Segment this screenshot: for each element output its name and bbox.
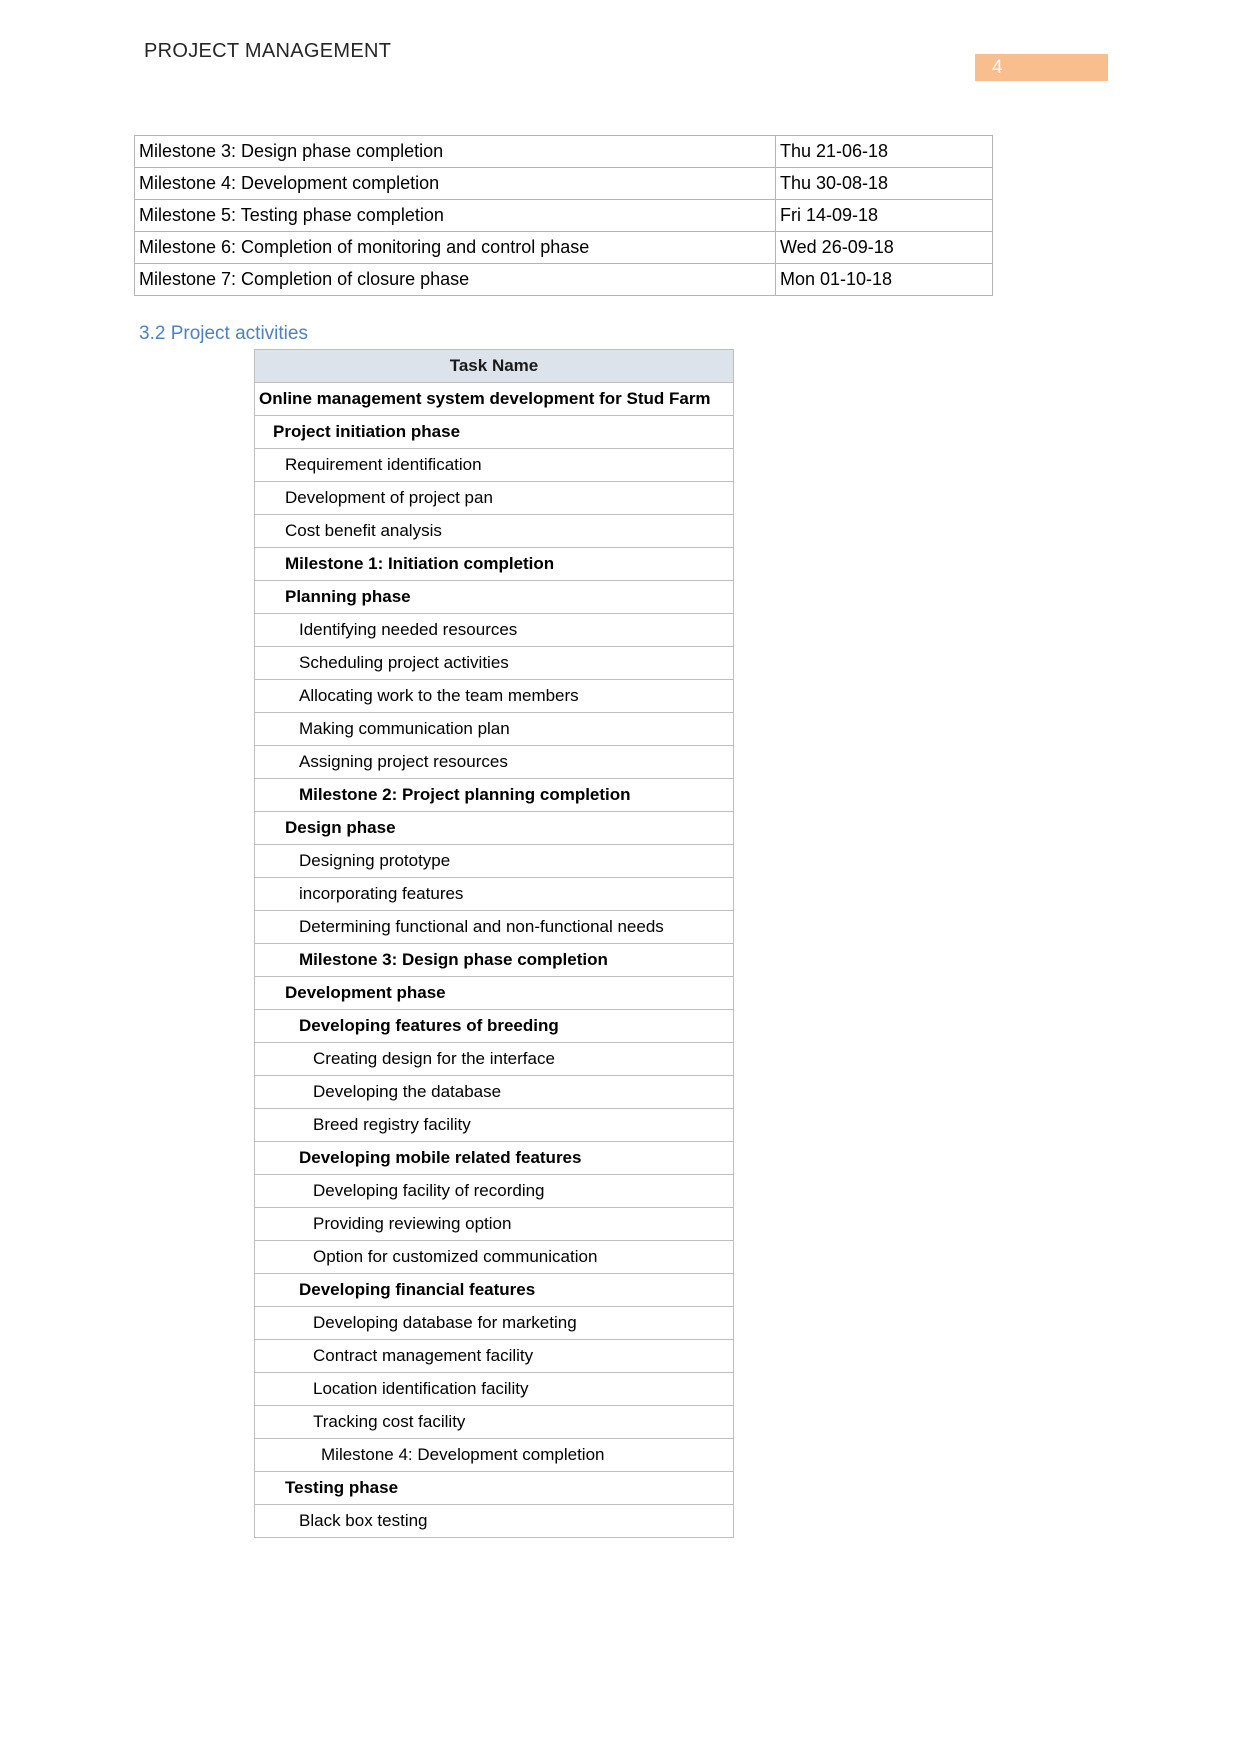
task-name-cell: Milestone 4: Development completion bbox=[254, 1438, 734, 1472]
table-row: Online management system development for… bbox=[254, 382, 734, 416]
task-name-cell: Scheduling project activities bbox=[254, 646, 734, 680]
task-name-cell: Developing mobile related features bbox=[254, 1141, 734, 1175]
table-row: Milestone 4: Development completion bbox=[254, 1438, 734, 1472]
task-name-cell: Developing database for marketing bbox=[254, 1306, 734, 1340]
task-name-cell: Design phase bbox=[254, 811, 734, 845]
task-name-cell: Development of project pan bbox=[254, 481, 734, 515]
table-row: Developing facility of recording bbox=[254, 1174, 734, 1208]
task-table-header-row: Task Name bbox=[254, 349, 734, 383]
table-row: Project initiation phase bbox=[254, 415, 734, 449]
task-name-cell: Developing the database bbox=[254, 1075, 734, 1109]
task-name-cell: Requirement identification bbox=[254, 448, 734, 482]
task-name-cell: Project initiation phase bbox=[254, 415, 734, 449]
task-name-cell: Location identification facility bbox=[254, 1372, 734, 1406]
task-name-cell: Developing facility of recording bbox=[254, 1174, 734, 1208]
table-row: Developing the database bbox=[254, 1075, 734, 1109]
table-row: Designing prototype bbox=[254, 844, 734, 878]
task-name-cell: Designing prototype bbox=[254, 844, 734, 878]
table-row: Black box testing bbox=[254, 1504, 734, 1538]
task-name-cell: Allocating work to the team members bbox=[254, 679, 734, 713]
task-name-cell: Contract management facility bbox=[254, 1339, 734, 1373]
milestone-date-cell: Fri 14-09-18 bbox=[775, 199, 993, 232]
task-name-cell: Development phase bbox=[254, 976, 734, 1010]
task-name-cell: Online management system development for… bbox=[254, 382, 734, 416]
task-name-cell: Milestone 3: Design phase completion bbox=[254, 943, 734, 977]
table-row: Providing reviewing option bbox=[254, 1207, 734, 1241]
table-row: Making communication plan bbox=[254, 712, 734, 746]
task-table-head: Task Name bbox=[254, 349, 734, 383]
table-row: Milestone 7: Completion of closure phase… bbox=[134, 263, 993, 296]
section-heading-project-activities: 3.2 Project activities bbox=[139, 323, 308, 344]
task-name-cell: Testing phase bbox=[254, 1471, 734, 1505]
table-row: Milestone 3: Design phase completion Thu … bbox=[134, 135, 993, 168]
table-row: Milestone 6: Completion of monitoring an… bbox=[134, 231, 993, 264]
table-row: Milestone 4: Development completion Thu 3… bbox=[134, 167, 993, 200]
milestone-date-cell: Wed 26-09-18 bbox=[775, 231, 993, 264]
table-row: incorporating features bbox=[254, 877, 734, 911]
table-row: Allocating work to the team members bbox=[254, 679, 734, 713]
task-name-cell: Creating design for the interface bbox=[254, 1042, 734, 1076]
table-row: Location identification facility bbox=[254, 1372, 734, 1406]
table-row: Milestone 1: Initiation completion bbox=[254, 547, 734, 581]
milestone-table: Milestone 3: Design phase completion Thu … bbox=[134, 135, 993, 296]
task-name-cell: Milestone 2: Project planning completion bbox=[254, 778, 734, 812]
table-row: Milestone 5: Testing phase completion Fri… bbox=[134, 199, 993, 232]
table-row: Cost benefit analysis bbox=[254, 514, 734, 548]
milestone-name-cell: Milestone 5: Testing phase completion bbox=[134, 199, 776, 232]
table-row: Development of project pan bbox=[254, 481, 734, 515]
table-row: Breed registry facility bbox=[254, 1108, 734, 1142]
task-name-column-header: Task Name bbox=[254, 349, 734, 383]
table-row: Tracking cost facility bbox=[254, 1405, 734, 1439]
table-row: Developing features of breeding bbox=[254, 1009, 734, 1043]
table-row: Development phase bbox=[254, 976, 734, 1010]
task-name-cell: Making communication plan bbox=[254, 712, 734, 746]
table-row: Milestone 2: Project planning completion bbox=[254, 778, 734, 812]
table-row: Developing mobile related features bbox=[254, 1141, 734, 1175]
page-header: PROJECT MANAGEMENT 4 bbox=[0, 40, 1241, 86]
table-row: Developing financial features bbox=[254, 1273, 734, 1307]
milestone-name-cell: Milestone 3: Design phase completion bbox=[134, 135, 776, 168]
task-name-cell: Breed registry facility bbox=[254, 1108, 734, 1142]
task-name-cell: Assigning project resources bbox=[254, 745, 734, 779]
table-row: Developing database for marketing bbox=[254, 1306, 734, 1340]
task-name-cell: Milestone 1: Initiation completion bbox=[254, 547, 734, 581]
table-row: Scheduling project activities bbox=[254, 646, 734, 680]
table-row: Design phase bbox=[254, 811, 734, 845]
milestone-name-cell: Milestone 7: Completion of closure phase bbox=[134, 263, 776, 296]
task-name-cell: Cost benefit analysis bbox=[254, 514, 734, 548]
task-name-cell: Developing financial features bbox=[254, 1273, 734, 1307]
task-name-cell: Developing features of breeding bbox=[254, 1009, 734, 1043]
task-name-cell: Identifying needed resources bbox=[254, 613, 734, 647]
table-row: Option for customized communication bbox=[254, 1240, 734, 1274]
task-name-table: Task Name Online management system devel… bbox=[254, 349, 734, 1538]
milestone-date-cell: Mon 01-10-18 bbox=[775, 263, 993, 296]
table-row: Determining functional and non-functiona… bbox=[254, 910, 734, 944]
task-name-cell: Determining functional and non-functiona… bbox=[254, 910, 734, 944]
page-number-badge: 4 bbox=[975, 54, 1108, 81]
milestone-name-cell: Milestone 4: Development completion bbox=[134, 167, 776, 200]
table-row: Requirement identification bbox=[254, 448, 734, 482]
table-row: Contract management facility bbox=[254, 1339, 734, 1373]
task-name-cell: Black box testing bbox=[254, 1504, 734, 1538]
table-row: Testing phase bbox=[254, 1471, 734, 1505]
table-row: Identifying needed resources bbox=[254, 613, 734, 647]
task-name-cell: Providing reviewing option bbox=[254, 1207, 734, 1241]
page-number: 4 bbox=[992, 57, 1003, 78]
milestone-table-body: Milestone 3: Design phase completion Thu … bbox=[134, 135, 993, 296]
table-row: Planning phase bbox=[254, 580, 734, 614]
task-name-cell: Tracking cost facility bbox=[254, 1405, 734, 1439]
milestone-name-cell: Milestone 6: Completion of monitoring an… bbox=[134, 231, 776, 264]
task-table-body: Online management system development for… bbox=[254, 382, 734, 1538]
table-row: Assigning project resources bbox=[254, 745, 734, 779]
task-name-cell: incorporating features bbox=[254, 877, 734, 911]
task-name-cell: Planning phase bbox=[254, 580, 734, 614]
milestone-date-cell: Thu 30-08-18 bbox=[775, 167, 993, 200]
task-name-cell: Option for customized communication bbox=[254, 1240, 734, 1274]
document-title: PROJECT MANAGEMENT bbox=[144, 40, 392, 62]
milestone-date-cell: Thu 21-06-18 bbox=[775, 135, 993, 168]
table-row: Creating design for the interface bbox=[254, 1042, 734, 1076]
table-row: Milestone 3: Design phase completion bbox=[254, 943, 734, 977]
